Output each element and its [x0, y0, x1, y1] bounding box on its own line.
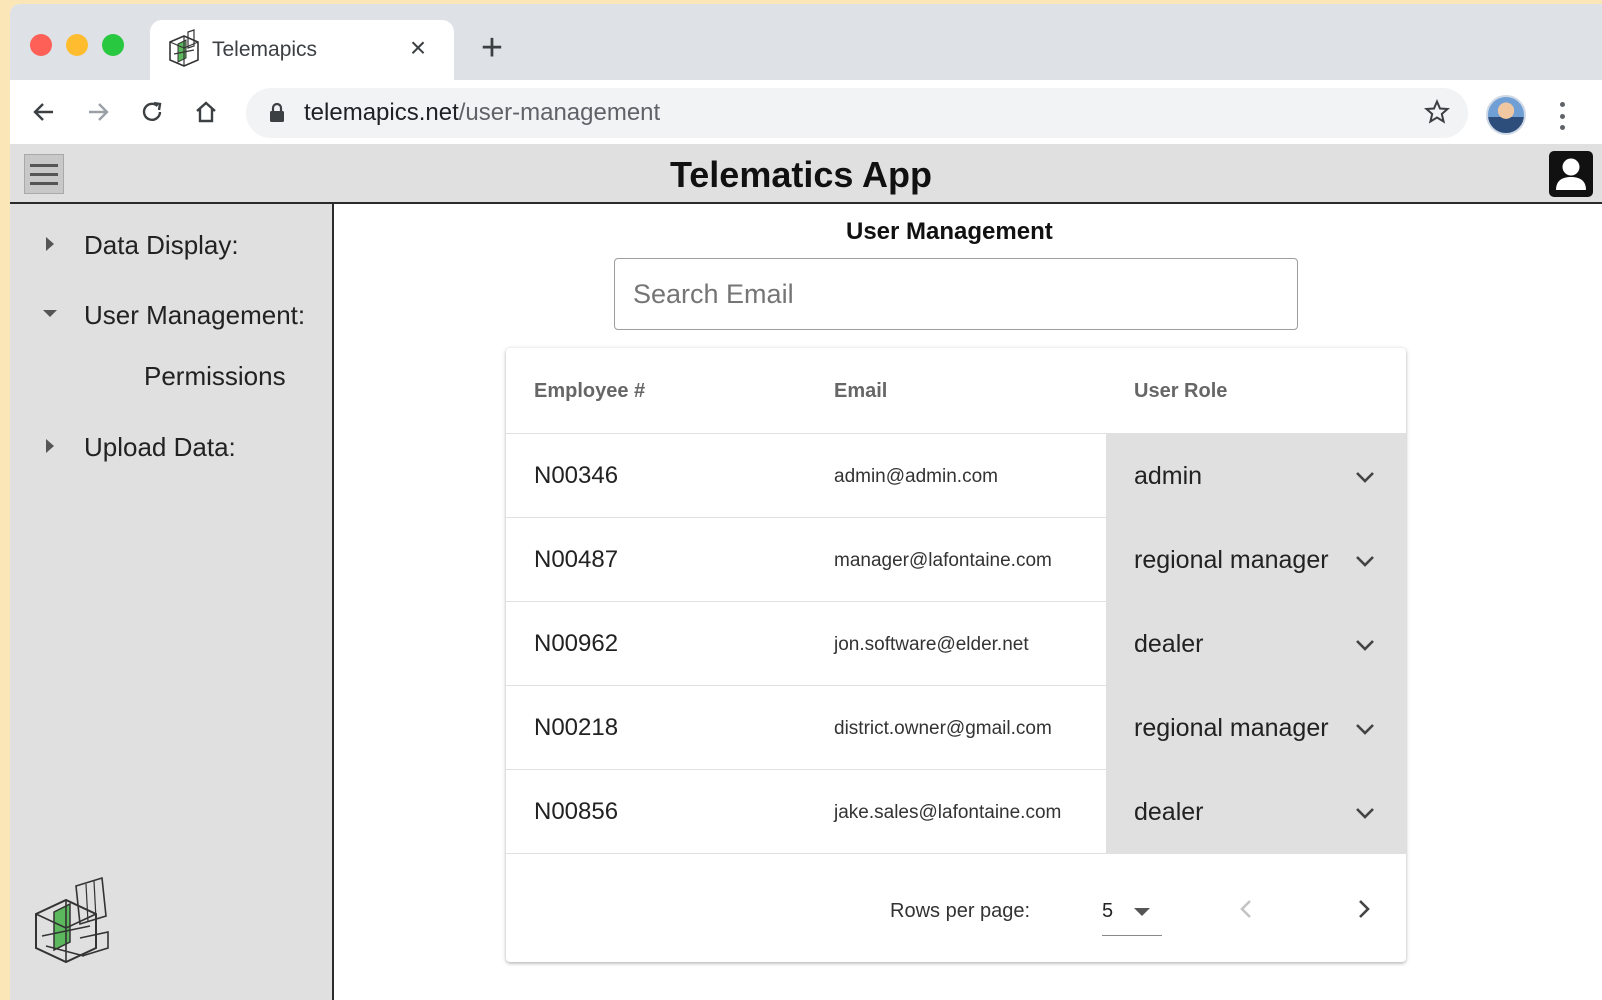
employee-number: N00487	[534, 546, 619, 573]
user-role-value: regional manager	[1134, 546, 1329, 574]
employee-number: N00346	[534, 462, 619, 489]
chevron-down-icon	[1356, 472, 1374, 483]
user-role-select[interactable]: dealer	[1106, 770, 1406, 854]
table-row: N00487 manager@lafontaine.com regional m…	[506, 518, 1406, 602]
employee-number: N00218	[534, 714, 619, 741]
column-header-email[interactable]: Email	[834, 380, 887, 403]
home-icon[interactable]	[186, 92, 226, 132]
browser-tab[interactable]: Telemapics ×	[150, 20, 454, 80]
close-window-button[interactable]	[30, 34, 52, 56]
dropdown-arrow-icon	[1134, 908, 1150, 916]
sidebar-item-label: User Management:	[84, 300, 306, 330]
browser-menu-icon[interactable]	[1550, 98, 1574, 134]
telemapics-logo-icon	[169, 29, 199, 67]
page-title: User Management	[846, 218, 1053, 245]
back-icon[interactable]	[24, 92, 64, 132]
column-header-user-role[interactable]: User Role	[1134, 380, 1227, 403]
profile-avatar[interactable]	[1486, 95, 1526, 135]
browser-toolbar: telemapics.net/user-management	[10, 80, 1602, 144]
chevron-down-icon	[1356, 640, 1374, 651]
new-tab-button[interactable]: +	[472, 28, 512, 68]
address-bar[interactable]: telemapics.net/user-management	[246, 88, 1468, 138]
account-icon[interactable]	[1548, 150, 1594, 198]
table-header: Employee # Email User Role	[506, 348, 1406, 434]
users-table: Employee # Email User Role N00346 admin@…	[506, 348, 1406, 962]
sidebar-subitem-label: Permissions	[144, 361, 286, 391]
table-row: N00218 district.owner@gmail.com regional…	[506, 686, 1406, 770]
table-row: N00346 admin@admin.com admin	[506, 434, 1406, 518]
url-text: telemapics.net/user-management	[304, 99, 660, 127]
employee-number: N00856	[534, 798, 619, 825]
sidebar-subitem-permissions[interactable]: Permissions	[10, 353, 334, 397]
email-cell: district.owner@gmail.com	[834, 718, 1052, 739]
user-role-value: dealer	[1134, 630, 1204, 658]
caret-down-icon	[43, 310, 57, 317]
email-cell: jake.sales@lafontaine.com	[834, 802, 1062, 823]
search-email-field[interactable]	[614, 258, 1298, 330]
sidebar: Data Display: User Management: Permissio…	[10, 204, 334, 1000]
table-row: N00856 jake.sales@lafontaine.com dealer	[506, 770, 1406, 854]
reload-icon[interactable]	[132, 92, 172, 132]
forward-icon[interactable]	[78, 92, 118, 132]
email-cell: admin@admin.com	[834, 466, 998, 487]
minimize-window-button[interactable]	[66, 34, 88, 56]
sidebar-item-upload-data[interactable]: Upload Data:	[10, 424, 334, 468]
caret-right-icon	[46, 439, 54, 453]
chevron-down-icon	[1356, 808, 1374, 819]
user-role-select[interactable]: regional manager	[1106, 518, 1406, 602]
column-header-employee[interactable]: Employee #	[534, 380, 645, 403]
user-role-value: regional manager	[1134, 714, 1329, 742]
url-host: telemapics.net	[304, 99, 459, 126]
user-role-select[interactable]: dealer	[1106, 602, 1406, 686]
rows-per-page-value: 5	[1102, 900, 1114, 922]
tab-title: Telemapics	[212, 38, 318, 61]
app-header: Telematics App	[10, 144, 1602, 204]
previous-page-icon[interactable]	[1232, 894, 1262, 924]
url-path: /user-management	[458, 99, 661, 126]
browser-window: Telemapics × + telemapics.net/user-manag…	[10, 4, 1602, 1000]
email-cell: manager@lafontaine.com	[834, 550, 1052, 571]
table-row: N00962 jon.software@elder.net dealer	[506, 602, 1406, 686]
tab-strip: Telemapics × +	[10, 4, 1602, 80]
employee-number: N00962	[534, 630, 619, 657]
main-content: User Management Employee # Email User Ro…	[336, 204, 1602, 1000]
rows-per-page-select[interactable]: 5	[1102, 890, 1162, 936]
user-role-select[interactable]: admin	[1106, 434, 1406, 518]
chevron-down-icon	[1356, 724, 1374, 735]
close-tab-icon[interactable]: ×	[402, 32, 434, 64]
table-pagination: Rows per page: 5	[506, 860, 1406, 962]
next-page-icon[interactable]	[1348, 894, 1378, 924]
maximize-window-button[interactable]	[102, 34, 124, 56]
user-role-value: admin	[1134, 462, 1203, 490]
sidebar-item-label: Upload Data:	[84, 432, 236, 462]
caret-right-icon	[46, 237, 54, 251]
sidebar-item-label: Data Display:	[84, 230, 239, 260]
search-email-input[interactable]	[633, 275, 1273, 313]
email-cell: jon.software@elder.net	[834, 634, 1029, 655]
app-title: Telematics App	[669, 154, 933, 195]
sidebar-item-user-management[interactable]: User Management:	[10, 292, 334, 336]
rows-per-page-label: Rows per page:	[890, 900, 1031, 922]
user-role-select[interactable]: regional manager	[1106, 686, 1406, 770]
user-role-value: dealer	[1134, 798, 1204, 826]
chevron-down-icon	[1356, 556, 1374, 567]
sidebar-item-data-display[interactable]: Data Display:	[10, 222, 334, 266]
lock-icon	[270, 102, 284, 122]
telemapics-logo-icon	[35, 876, 109, 964]
bookmark-star-icon[interactable]	[1424, 99, 1450, 125]
